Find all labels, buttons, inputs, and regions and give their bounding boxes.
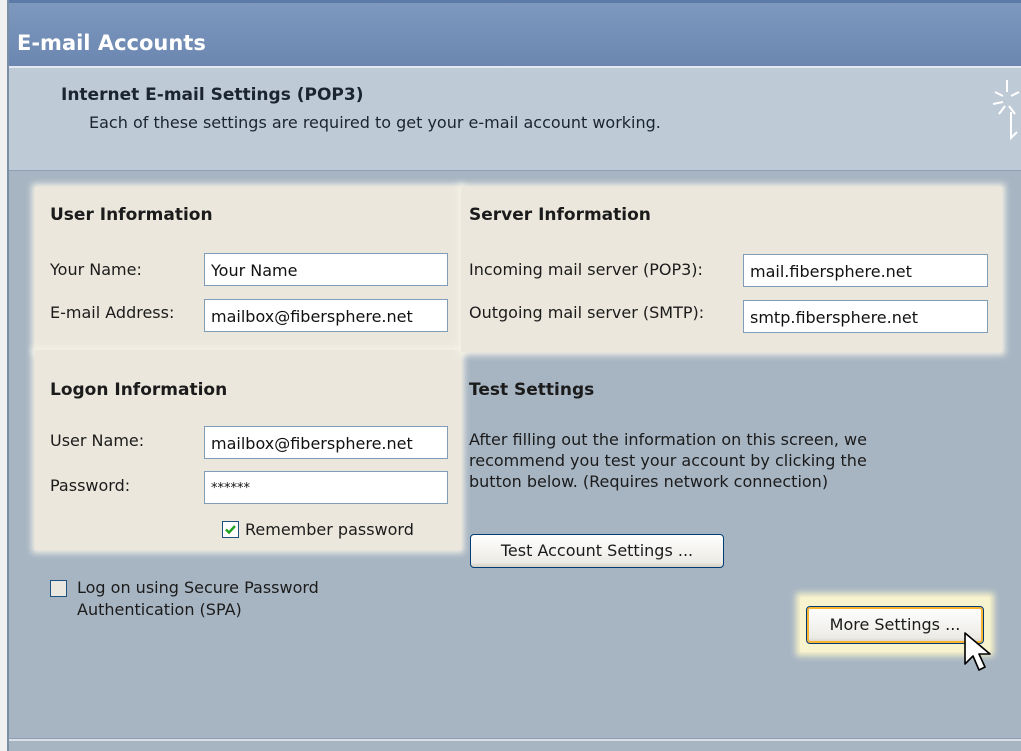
email-address-label: E-mail Address: (50, 303, 175, 322)
spa-label-line1[interactable]: Log on using Secure Password (77, 578, 319, 597)
incoming-server-label: Incoming mail server (POP3): (469, 260, 703, 279)
server-info-heading: Server Information (469, 205, 651, 225)
user-name-label: User Name: (50, 431, 145, 450)
title-bar: E-mail Accounts (9, 0, 1021, 69)
test-settings-text-2: recommend you test your account by click… (469, 451, 867, 470)
password-label: Password: (50, 476, 131, 495)
user-info-heading: User Information (50, 205, 213, 225)
your-name-label: Your Name: (50, 260, 142, 279)
spa-label-line2[interactable]: Authentication (SPA) (77, 600, 242, 619)
checkmark-icon (225, 525, 236, 535)
outgoing-server-field[interactable]: smtp.fibersphere.net (743, 300, 988, 333)
header-subtitle: Each of these settings are required to g… (89, 113, 661, 132)
header-title: Internet E-mail Settings (POP3) (61, 85, 364, 105)
mouse-pointer-icon (964, 632, 991, 671)
incoming-server-field[interactable]: mail.fibersphere.net (743, 254, 988, 287)
more-settings-button[interactable]: More Settings ... (806, 606, 984, 644)
wizard-header: Internet E-mail Settings (POP3) Each of … (9, 66, 1021, 171)
outgoing-server-label: Outgoing mail server (SMTP): (469, 303, 705, 322)
remember-password-label[interactable]: Remember password (245, 520, 414, 539)
password-field[interactable]: ****** (204, 471, 448, 504)
window-title: E-mail Accounts (17, 31, 206, 55)
email-accounts-window: E-mail Accounts Internet E-mail Settings… (7, 0, 1021, 751)
test-settings-text-3: button below. (Requires network connecti… (469, 472, 829, 491)
remember-password-checkbox[interactable] (222, 521, 239, 538)
email-address-field[interactable]: mailbox@fibersphere.net (204, 299, 448, 332)
test-settings-heading: Test Settings (469, 380, 595, 400)
test-settings-text-1: After filling out the information on thi… (469, 430, 867, 449)
your-name-field[interactable]: Your Name (204, 253, 448, 286)
footer-divider (9, 738, 1021, 741)
wizard-sparkle-icon (992, 80, 1020, 141)
user-name-field[interactable]: mailbox@fibersphere.net (204, 426, 448, 459)
test-account-settings-button[interactable]: Test Account Settings ... (470, 534, 724, 568)
logon-info-heading: Logon Information (50, 380, 228, 400)
spa-checkbox[interactable] (50, 580, 67, 597)
